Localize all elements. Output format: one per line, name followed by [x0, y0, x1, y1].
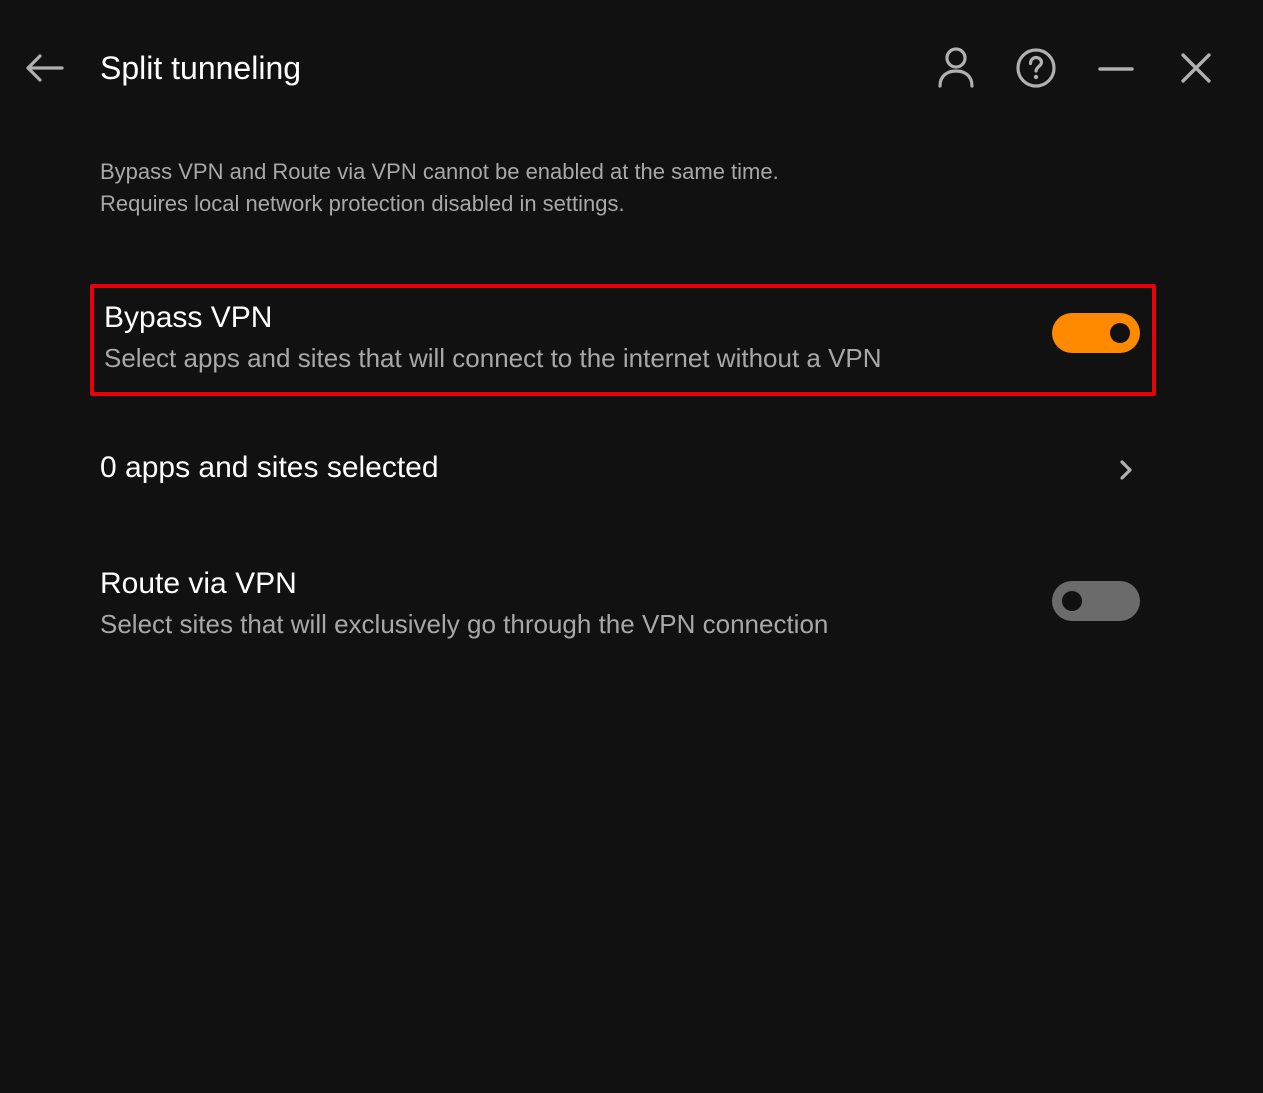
header: Split tunneling	[0, 0, 1263, 136]
minimize-icon	[1098, 67, 1134, 71]
chevron-right-icon	[1120, 460, 1132, 480]
route-via-vpn-title: Route via VPN	[100, 567, 297, 600]
question-circle-icon	[1016, 48, 1056, 88]
toggle-knob	[1110, 323, 1130, 343]
back-button[interactable]	[22, 46, 66, 90]
route-via-vpn-toggle[interactable]	[1052, 581, 1140, 621]
toggle-knob	[1062, 591, 1082, 611]
help-button[interactable]	[1012, 44, 1060, 92]
person-icon	[938, 47, 974, 88]
apps-selected-label: 0 apps and sites selected	[100, 451, 439, 484]
account-button[interactable]	[932, 44, 980, 92]
info-text: Bypass VPN and Route via VPN cannot be e…	[100, 156, 779, 220]
bypass-vpn-toggle[interactable]	[1052, 313, 1140, 353]
arrow-left-icon	[26, 54, 64, 82]
split-tunneling-window: Split tunneling Bypass VPN and Route via…	[0, 0, 1263, 1093]
info-line-1: Bypass VPN and Route via VPN cannot be e…	[100, 159, 779, 184]
bypass-vpn-row: Bypass VPN Select apps and sites that wi…	[90, 284, 1156, 396]
bypass-vpn-subtitle: Select apps and sites that will connect …	[104, 343, 882, 373]
route-via-vpn-subtitle: Select sites that will exclusively go th…	[100, 609, 829, 639]
page-title: Split tunneling	[100, 50, 302, 86]
route-via-vpn-row: Route via VPN Select sites that will exc…	[90, 560, 1156, 656]
close-icon	[1181, 53, 1211, 83]
apps-selected-row[interactable]: 0 apps and sites selected	[90, 440, 1156, 500]
close-button[interactable]	[1172, 44, 1220, 92]
info-line-2: Requires local network protection disabl…	[100, 191, 625, 216]
minimize-button[interactable]	[1092, 44, 1140, 92]
bypass-vpn-title: Bypass VPN	[104, 301, 273, 334]
